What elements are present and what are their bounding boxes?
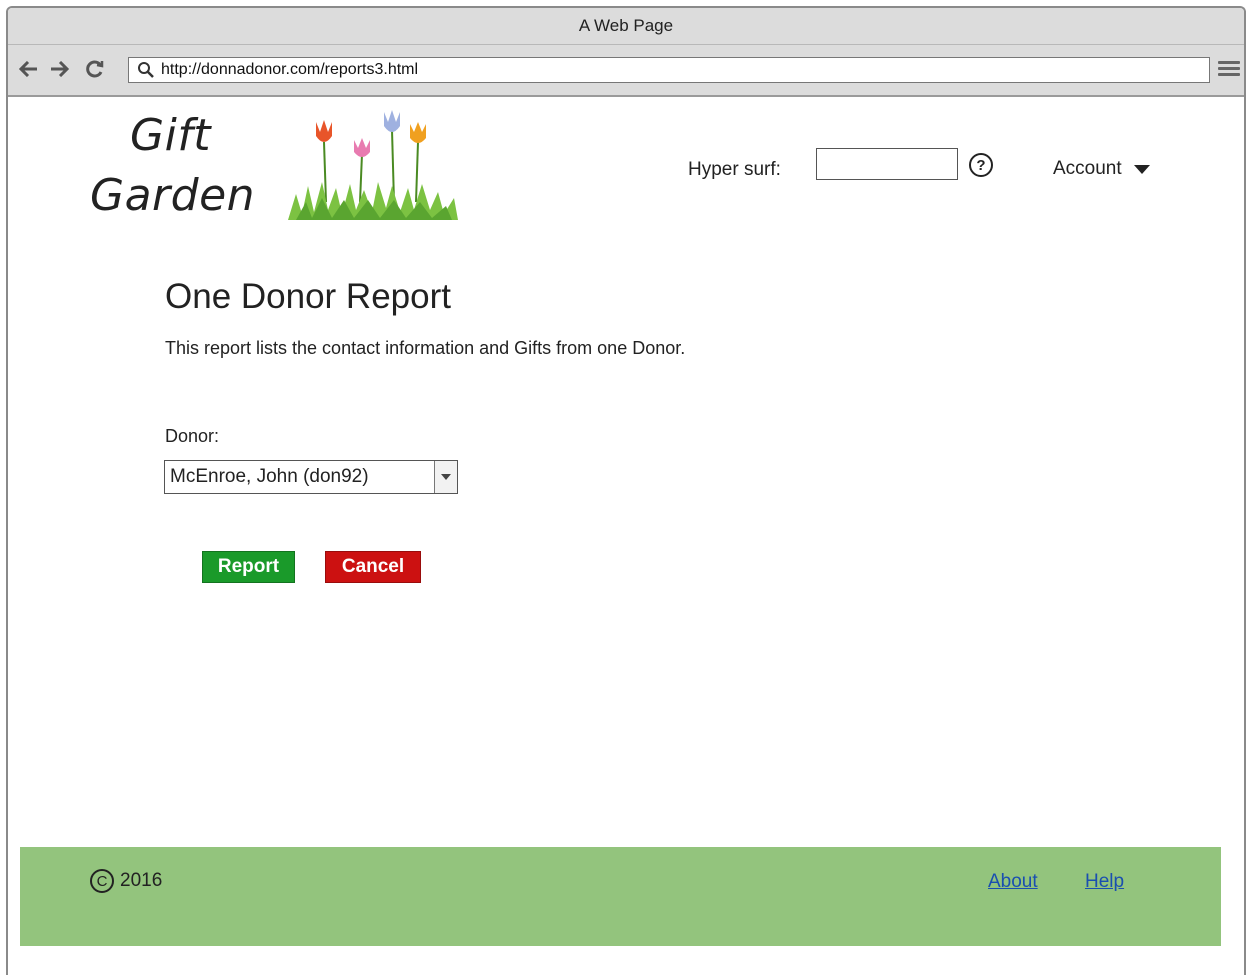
footer-link-help[interactable]: Help (1085, 871, 1124, 893)
page-description: This report lists the contact informatio… (165, 338, 686, 358)
forward-button[interactable] (48, 56, 70, 82)
reload-button[interactable] (84, 56, 106, 82)
address-bar[interactable]: http://donnadonor.com/reports3.html (128, 57, 1210, 83)
copyright: C 2016 (90, 869, 162, 893)
hamburger-menu-icon[interactable] (1218, 58, 1240, 80)
copyright-year: 2016 (120, 870, 163, 891)
help-icon[interactable]: ? (969, 153, 993, 177)
caret-down-icon (1133, 164, 1150, 174)
chevron-down-icon[interactable] (434, 461, 457, 493)
url-text: http://donnadonor.com/reports3.html (161, 61, 419, 78)
window-title: A Web Page (8, 8, 1244, 45)
cancel-button[interactable]: Cancel (325, 551, 421, 583)
arrow-left-icon (19, 61, 37, 77)
account-menu[interactable]: Account (1053, 158, 1150, 180)
arrow-right-icon (51, 61, 69, 77)
browser-window: A Web Page http://donnadonor.com/reports… (6, 6, 1246, 975)
tulips-icon (288, 110, 458, 220)
donor-select[interactable]: McEnroe, John (don92) (164, 460, 458, 494)
donor-select-value: McEnroe, John (don92) (170, 466, 369, 487)
browser-toolbar: http://donnadonor.com/reports3.html (8, 45, 1244, 97)
report-button[interactable]: Report (202, 551, 295, 583)
account-label: Account (1053, 158, 1122, 179)
reload-icon (86, 60, 104, 78)
footer-link-about[interactable]: About (988, 871, 1038, 893)
logo-text-garden: Garden (90, 170, 256, 221)
logo-text-gift: Gift (130, 110, 212, 161)
hypersurf-input[interactable] (816, 148, 958, 180)
hypersurf-label: Hyper surf: (688, 159, 781, 180)
page-title: One Donor Report (165, 277, 451, 316)
donor-label: Donor: (165, 426, 220, 446)
search-icon (135, 59, 157, 81)
copyright-icon: C (90, 869, 114, 893)
back-button[interactable] (18, 56, 40, 82)
page-footer: C 2016 About Help (20, 847, 1221, 946)
